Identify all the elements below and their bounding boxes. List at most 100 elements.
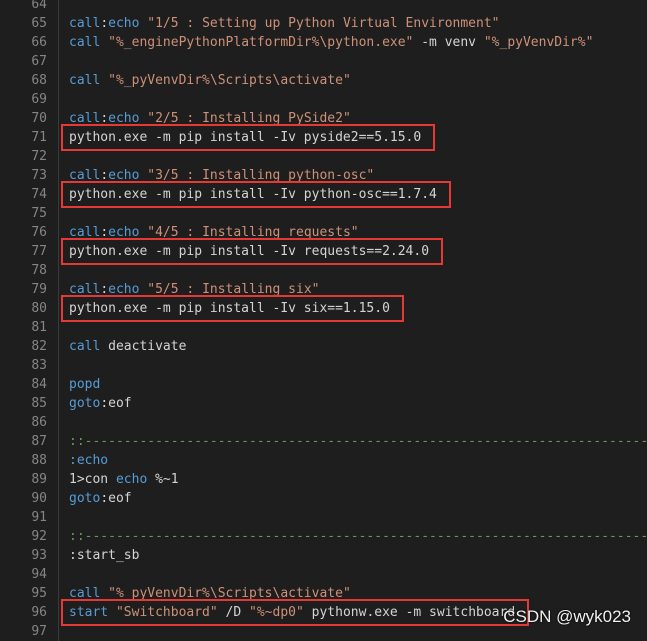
code-line[interactable]: 74 python.exe -m pip install -Iv python-o… bbox=[0, 185, 647, 204]
code-line[interactable]: 73 call:echo "3/5 : Installing python-osc… bbox=[0, 166, 647, 185]
code-line[interactable]: 90 goto:eof bbox=[0, 489, 647, 508]
line-code: ::--------------------------------------… bbox=[69, 527, 647, 546]
code-token: call bbox=[69, 586, 101, 601]
code-token: python.exe -m pip install -Iv pyside2==5… bbox=[69, 130, 422, 145]
line-code: ::--------------------------------------… bbox=[69, 432, 647, 451]
line-number: 88 bbox=[31, 453, 47, 468]
code-line[interactable]: 91 bbox=[0, 508, 647, 527]
code-line[interactable]: 75 bbox=[0, 204, 647, 223]
code-token: "5/5 : Installing six" bbox=[147, 282, 320, 297]
code-line[interactable]: 69 bbox=[0, 90, 647, 109]
code-line[interactable]: 85 goto:eof bbox=[0, 394, 647, 413]
code-token: :echo bbox=[69, 453, 109, 468]
code-token: echo bbox=[108, 16, 140, 31]
line-number: 69 bbox=[31, 92, 47, 107]
code-token: "3/5 : Installing python-osc" bbox=[147, 168, 375, 183]
code-token: call bbox=[69, 111, 101, 126]
line-number: 94 bbox=[31, 567, 47, 582]
code-line[interactable]: 76 call:echo "4/5 : Installing requests" bbox=[0, 223, 647, 242]
line-code: call "%_pyVenvDir%\Scripts\activate" bbox=[69, 71, 351, 90]
code-line[interactable]: 82 call deactivate bbox=[0, 337, 647, 356]
code-token: goto bbox=[69, 491, 101, 506]
code-token: : bbox=[100, 111, 109, 126]
code-token: python.exe -m pip install -Iv six==1.15.… bbox=[69, 301, 390, 316]
code-line[interactable]: 67 bbox=[0, 52, 647, 71]
code-token: call bbox=[69, 168, 101, 183]
line-number: 76 bbox=[31, 225, 47, 240]
code-line[interactable]: 72 bbox=[0, 147, 647, 166]
line-number: 72 bbox=[31, 149, 47, 164]
code-token: echo bbox=[108, 168, 140, 183]
code-token: ::--------------------------------------… bbox=[69, 434, 647, 449]
line-number: 92 bbox=[31, 529, 47, 544]
line-number: 66 bbox=[31, 35, 47, 50]
line-number: 74 bbox=[31, 187, 47, 202]
code-line[interactable]: 88 :echo bbox=[0, 451, 647, 470]
line-code: goto:eof bbox=[69, 394, 132, 413]
code-line[interactable]: 83 bbox=[0, 356, 647, 375]
line-number: 93 bbox=[31, 548, 47, 563]
code-line[interactable]: 65 call:echo "1/5 : Setting up Python Vir… bbox=[0, 14, 647, 33]
code-line[interactable]: 87::------------------------------------… bbox=[0, 432, 647, 451]
code-line[interactable]: 64 bbox=[0, 0, 647, 14]
line-number: 89 bbox=[31, 472, 47, 487]
code-token: "%_enginePythonPlatformDir%\python.exe" bbox=[108, 35, 414, 50]
line-code: 1>con echo %~1 bbox=[69, 470, 179, 489]
line-code: :start_sb bbox=[69, 546, 139, 565]
code-line[interactable]: 80 python.exe -m pip install -Iv six==1.1… bbox=[0, 299, 647, 318]
code-line[interactable]: 78 bbox=[0, 261, 647, 280]
code-token: call bbox=[69, 225, 101, 240]
code-token: call bbox=[69, 16, 101, 31]
code-token: "%~dp0" bbox=[249, 605, 304, 620]
code-line[interactable]: 86 bbox=[0, 413, 647, 432]
line-code: call:echo "3/5 : Installing python-osc" bbox=[69, 166, 374, 185]
code-line[interactable]: 95 call "%_pyVenvDir%\Scripts\activate" bbox=[0, 584, 647, 603]
line-code: call:echo "2/5 : Installing PySide2" bbox=[69, 109, 351, 128]
line-code: python.exe -m pip install -Iv requests==… bbox=[69, 242, 429, 261]
code-line[interactable]: 66 call "%_enginePythonPlatformDir%\pytho… bbox=[0, 33, 647, 52]
line-number: 80 bbox=[31, 301, 47, 316]
line-number: 81 bbox=[31, 320, 47, 335]
code-token: echo bbox=[108, 282, 140, 297]
code-token: goto bbox=[69, 396, 101, 411]
line-number: 75 bbox=[31, 206, 47, 221]
line-number: 82 bbox=[31, 339, 47, 354]
code-line[interactable]: 81 bbox=[0, 318, 647, 337]
line-code: :echo bbox=[69, 451, 108, 470]
code-line[interactable]: 93 :start_sb bbox=[0, 546, 647, 565]
line-number: 70 bbox=[31, 111, 47, 126]
code-token: "1/5 : Setting up Python Virtual Environ… bbox=[147, 16, 500, 31]
code-token: echo bbox=[108, 225, 140, 240]
code-token: %~1 bbox=[147, 472, 179, 487]
code-token: "Switchboard" bbox=[115, 605, 218, 620]
code-line[interactable]: 70 call:echo "2/5 : Installing PySide2" bbox=[0, 109, 647, 128]
code-token: python.exe -m pip install -Iv python-osc… bbox=[69, 187, 437, 202]
line-number: 83 bbox=[31, 358, 47, 373]
code-line[interactable]: 77 python.exe -m pip install -Iv requests… bbox=[0, 242, 647, 261]
code-line[interactable]: 92::------------------------------------… bbox=[0, 527, 647, 546]
line-number: 95 bbox=[31, 586, 47, 601]
code-line[interactable]: 89 1>con echo %~1 bbox=[0, 470, 647, 489]
line-code: call "%_pyVenvDir%\Scripts\activate" bbox=[69, 584, 351, 603]
code-line[interactable]: 94 bbox=[0, 565, 647, 584]
code-token: deactivate bbox=[100, 339, 187, 354]
code-token: "4/5 : Installing requests" bbox=[147, 225, 359, 240]
code-token: "%_pyVenvDir%" bbox=[483, 35, 594, 50]
code-line[interactable]: 84 popd bbox=[0, 375, 647, 394]
code-line[interactable]: 68 call "%_pyVenvDir%\Scripts\activate" bbox=[0, 71, 647, 90]
code-token: call bbox=[69, 73, 101, 88]
code-editor[interactable]: 64 65 call:echo "1/5 : Setting up Python V… bbox=[0, 0, 647, 641]
line-code: call "%_enginePythonPlatformDir%\python.… bbox=[69, 33, 593, 52]
code-token: 1>con bbox=[69, 472, 116, 487]
code-line[interactable]: 79 call:echo "5/5 : Installing six" bbox=[0, 280, 647, 299]
line-number: 84 bbox=[31, 377, 47, 392]
line-number: 77 bbox=[31, 244, 47, 259]
code-line[interactable]: 71 python.exe -m pip install -Iv pyside2=… bbox=[0, 128, 647, 147]
code-token: ::--------------------------------------… bbox=[69, 529, 647, 544]
line-number: 79 bbox=[31, 282, 47, 297]
code-token: call bbox=[69, 339, 101, 354]
line-code: call deactivate bbox=[69, 337, 186, 356]
